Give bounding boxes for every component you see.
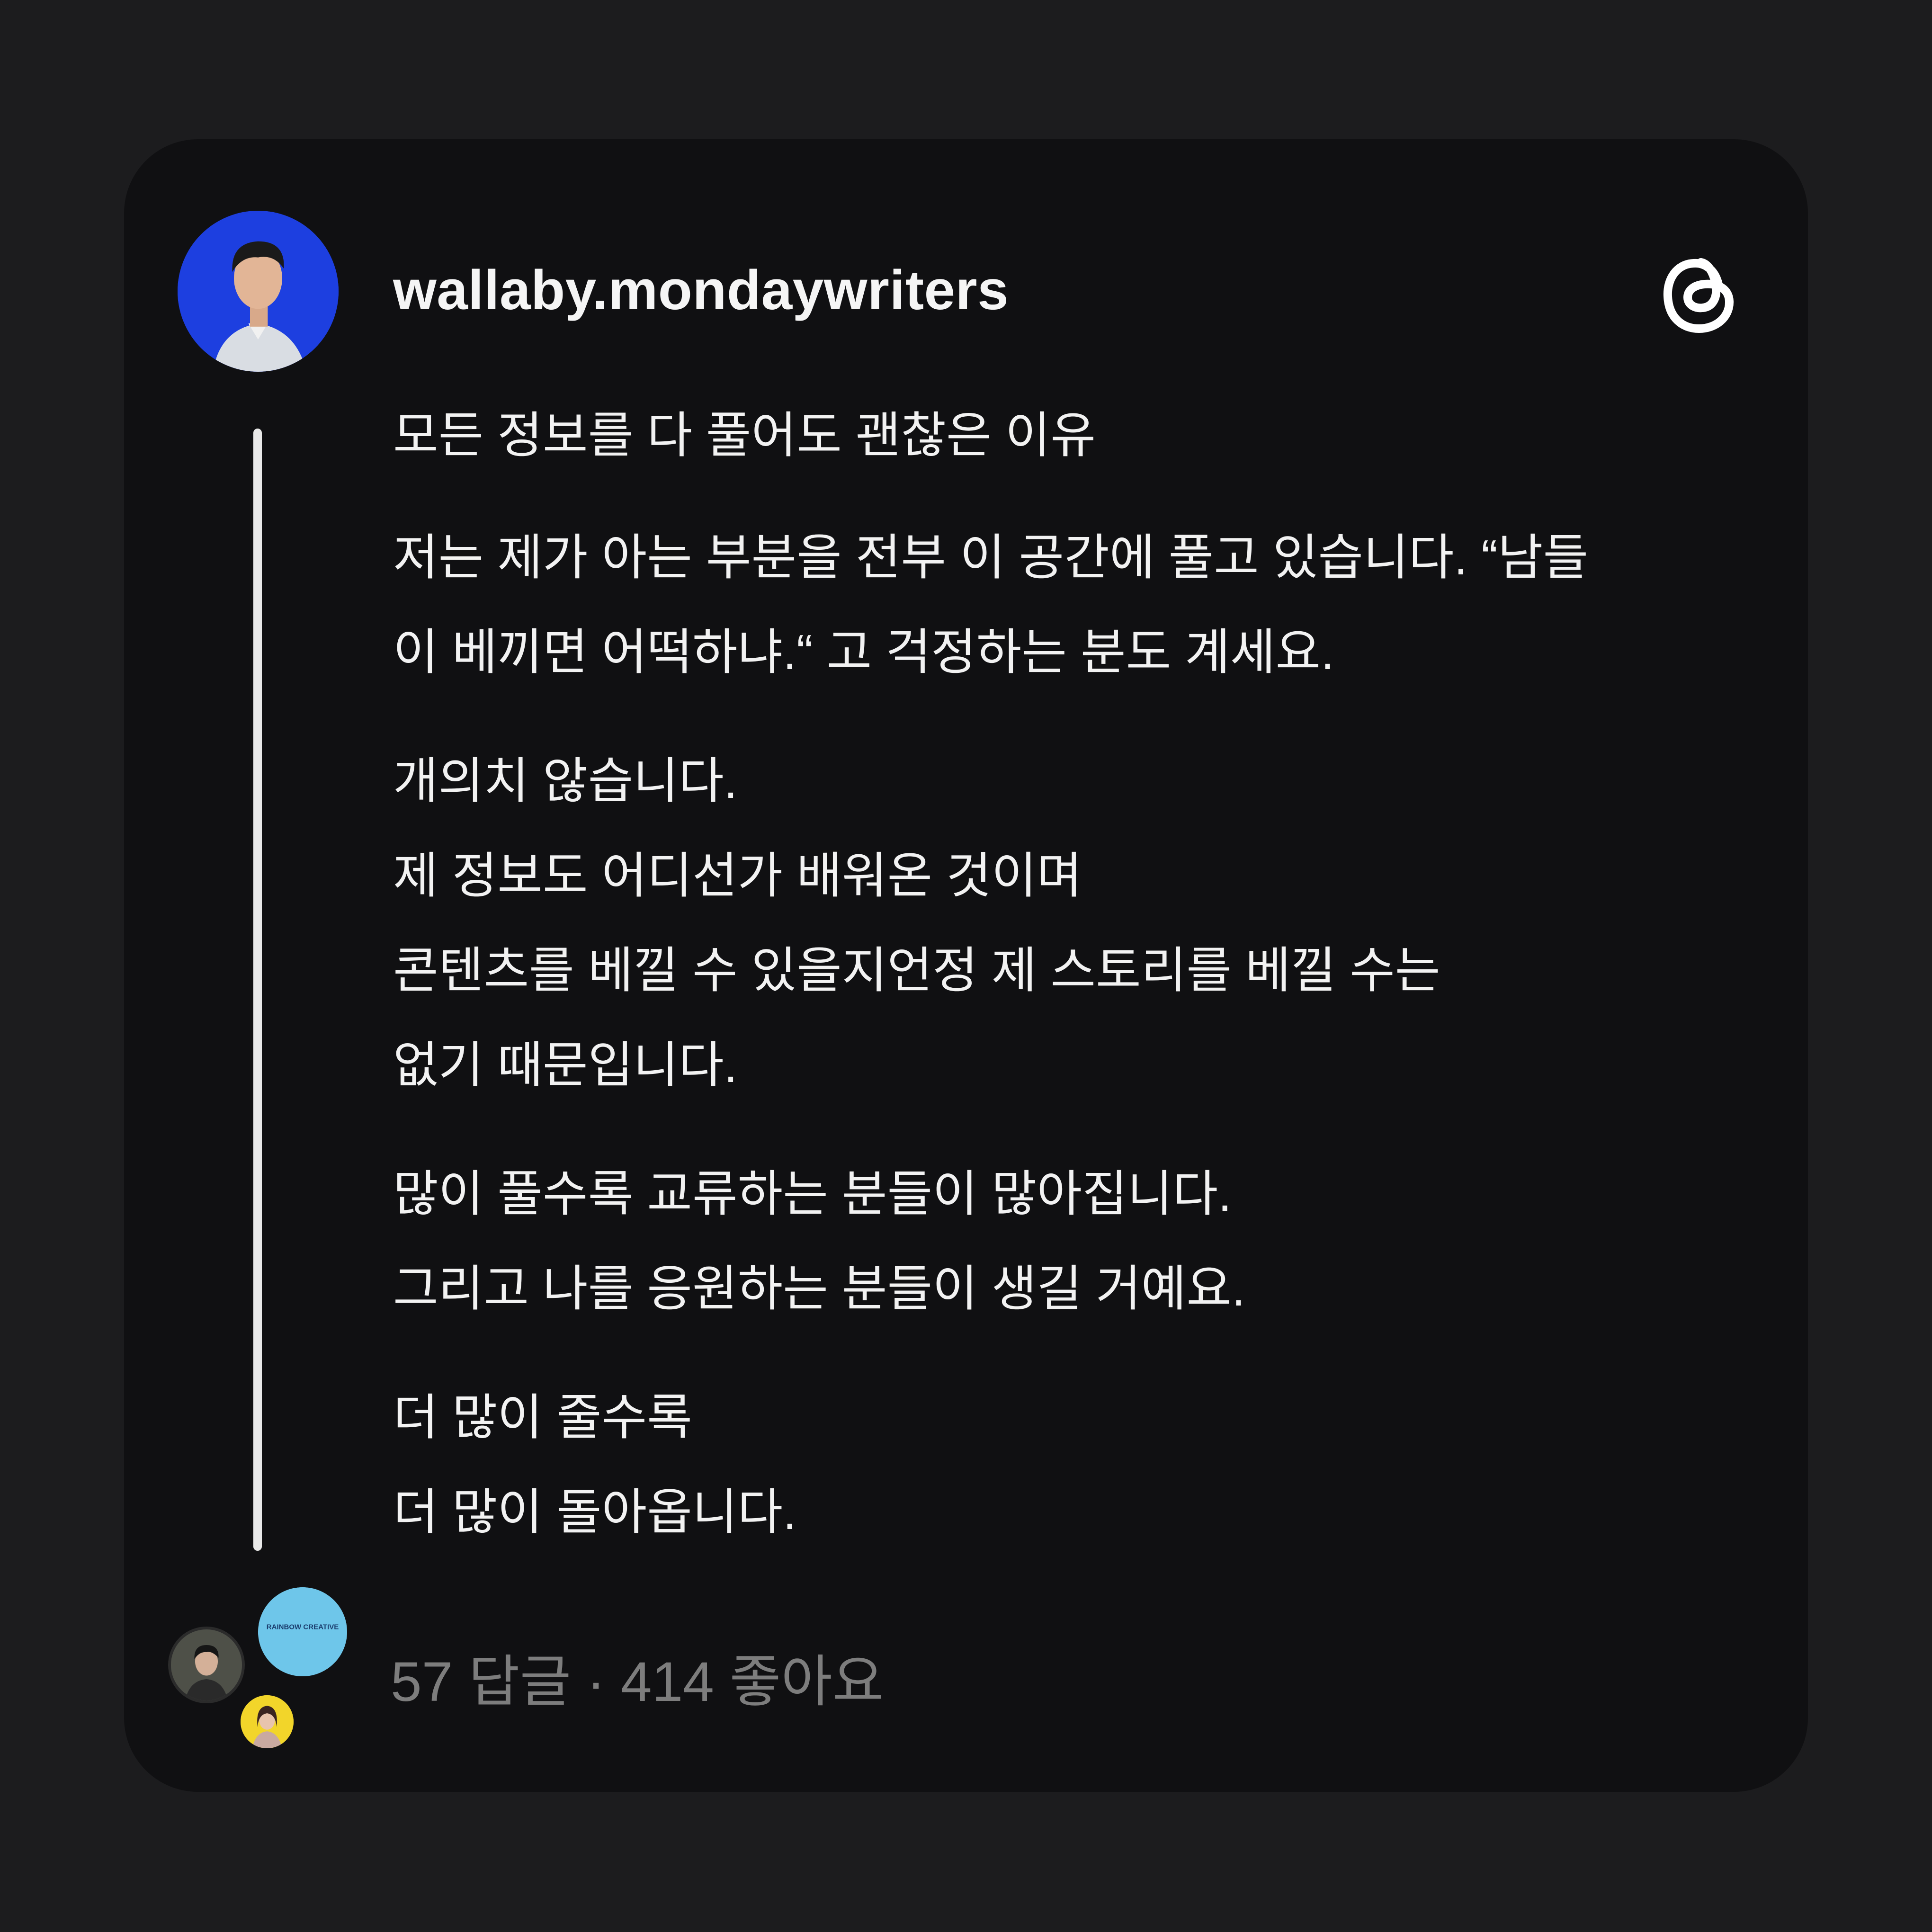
post-paragraph: 개의치 않습니다. 제 정보도 어디선가 배워온 것이며 콘텐츠를 베낄 수 있… <box>393 734 1766 1113</box>
post-line: 많이 풀수록 교류하는 분들이 많아집니다. <box>393 1167 1232 1222</box>
avatar-badge-text: RAINBOW CREATIVE <box>267 1623 339 1631</box>
post-paragraph: 저는 제가 아는 부분을 전부 이 공간에 풀고 있습니다. “남들 이 베끼면… <box>393 510 1766 700</box>
post-paragraph: 많이 풀수록 교류하는 분들이 많아집니다. 그리고 나를 응원하는 분들이 생… <box>393 1147 1766 1336</box>
post-line: 저는 제가 아는 부분을 전부 이 공간에 풀고 있습니다. “남들 <box>393 530 1589 585</box>
reply-avatar[interactable] <box>241 1695 294 1748</box>
post-line: 그리고 나를 응원하는 분들이 생길 거예요. <box>393 1261 1245 1316</box>
username[interactable]: wallaby.mondaywriters <box>393 258 1009 322</box>
threads-logo-icon[interactable] <box>1652 242 1746 346</box>
reply-avatar[interactable]: RAINBOW CREATIVE <box>258 1587 347 1676</box>
post-line: 더 많이 줄수록 <box>393 1390 692 1445</box>
post-line: 개의치 않습니다. <box>393 754 738 809</box>
post-line: 모든 정보를 다 풀어도 괜찮은 이유 <box>393 408 1096 463</box>
post-line: 제 정보도 어디선가 배워온 것이며 <box>393 849 1082 903</box>
post-line: 이 베끼면 어떡하냐.“ 고 걱정하는 분도 계세요. <box>393 625 1335 680</box>
reply-avatar[interactable] <box>168 1627 245 1703</box>
thread-line <box>253 429 262 1551</box>
post-body: 모든 정보를 다 풀어도 괜찮은 이유 저는 제가 아는 부분을 전부 이 공간… <box>393 388 1766 1594</box>
post-paragraph: 모든 정보를 다 풀어도 괜찮은 이유 <box>393 388 1766 483</box>
post-line: 콘텐츠를 베낄 수 있을지언정 제 스토리를 베낄 수는 <box>393 943 1440 998</box>
author-photo <box>178 211 339 372</box>
post-line: 없기 때문입니다. <box>393 1038 738 1093</box>
post-paragraph: 더 많이 줄수록 더 많이 돌아옵니다. <box>393 1370 1766 1560</box>
author-avatar[interactable] <box>178 211 339 372</box>
post-line: 더 많이 돌아옵니다. <box>393 1485 797 1540</box>
post-stats[interactable]: 57 답글 · 414 좋아요 <box>391 1636 884 1717</box>
